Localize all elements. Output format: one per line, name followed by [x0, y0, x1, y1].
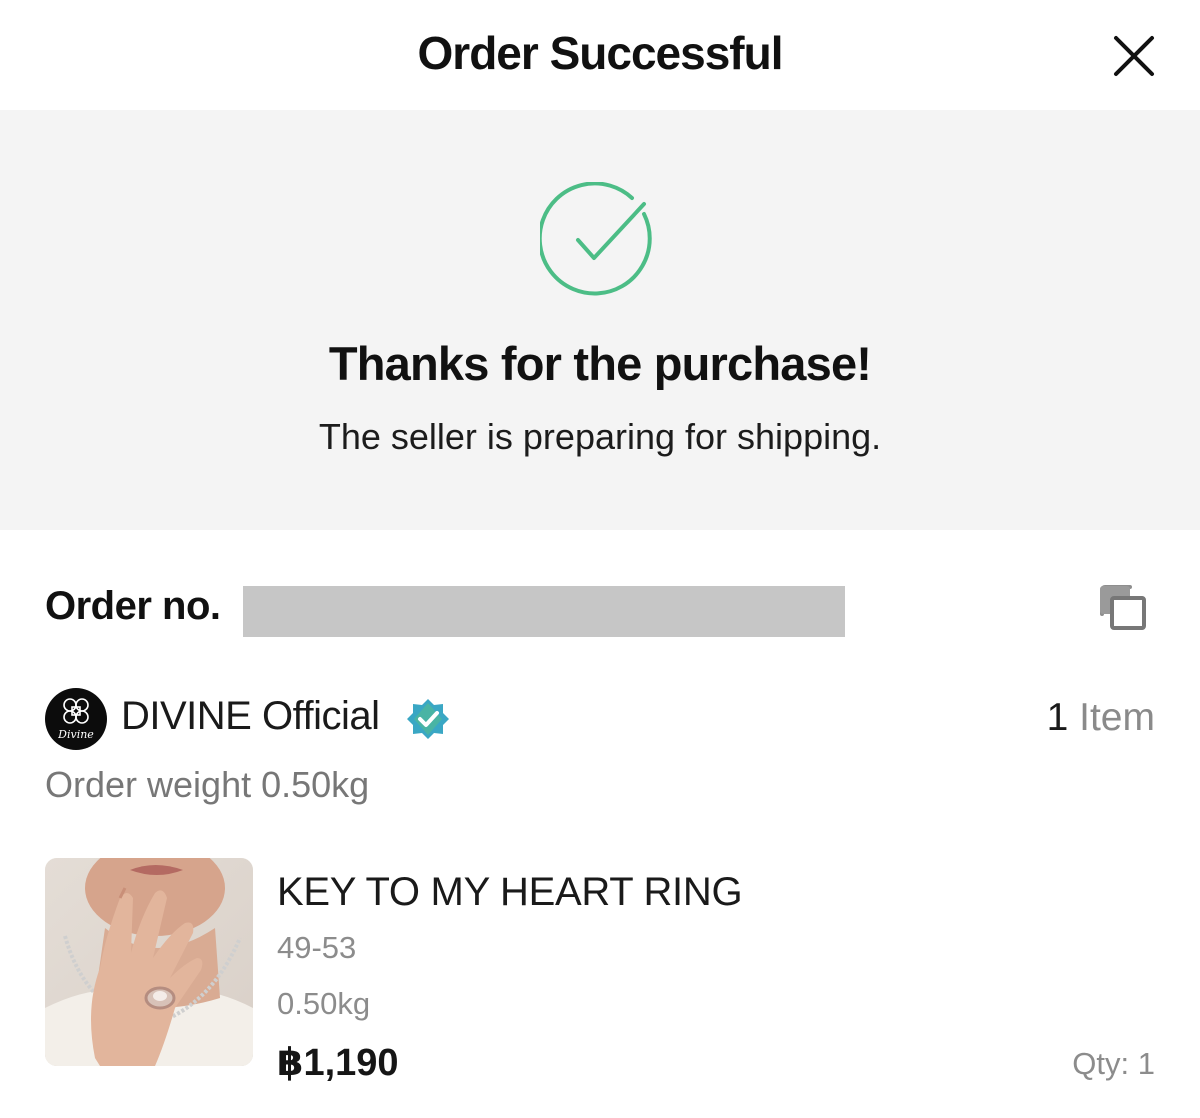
product-image[interactable]	[45, 858, 253, 1066]
verified-badge-icon	[407, 699, 449, 739]
close-icon	[1114, 36, 1154, 76]
shop-name[interactable]: DIVINE Official	[121, 694, 380, 739]
check-circle-icon	[540, 182, 652, 296]
shop-logo[interactable]: Divine	[45, 688, 107, 750]
copy-order-number-button[interactable]	[1096, 582, 1152, 634]
header-bar: Order Successful	[0, 0, 1200, 110]
order-number-label: Order no.	[45, 584, 221, 628]
thanks-heading: Thanks for the purchase!	[328, 337, 872, 390]
product-variant: 49-53	[277, 930, 357, 965]
product-weight: 0.50kg	[277, 986, 371, 1021]
shop-logo-text: Divine	[58, 728, 94, 741]
product-quantity: Qty: 1	[1072, 1046, 1155, 1081]
copy-icon	[1100, 585, 1146, 630]
shipping-status-text: The seller is preparing for shipping.	[318, 416, 882, 457]
item-count-number: 1	[1046, 696, 1069, 739]
product-price: ฿1,190	[277, 1042, 399, 1084]
close-button[interactable]	[1106, 28, 1162, 84]
success-banner: Thanks for the purchase! The seller is p…	[0, 110, 1200, 530]
order-number-redacted	[243, 586, 845, 637]
item-count-label: Item	[1079, 696, 1155, 739]
item-count: 1 Item	[1047, 696, 1155, 740]
page-title: Order Successful	[417, 27, 784, 79]
order-weight: Order weight 0.50kg	[45, 764, 370, 805]
product-photo	[45, 858, 253, 1066]
product-name[interactable]: KEY TO MY HEART RING	[277, 870, 743, 915]
